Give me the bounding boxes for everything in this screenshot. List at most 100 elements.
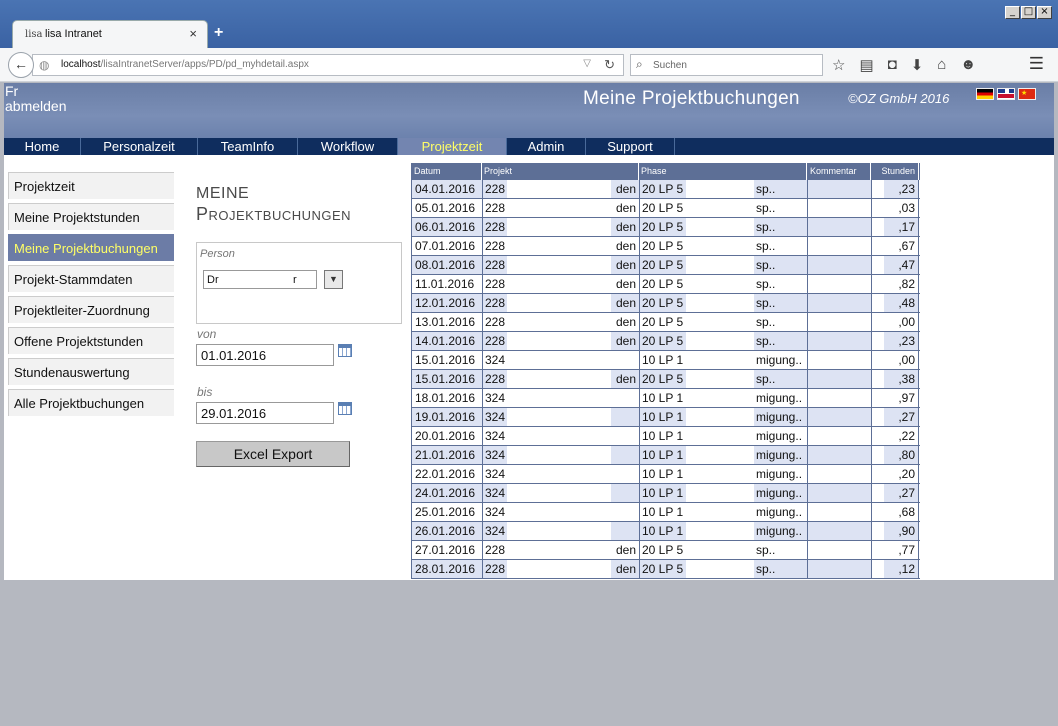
search-placeholder: Suchen bbox=[653, 60, 687, 71]
table-row[interactable]: 24.01.2016 324 10 LP 1 migung.. ,27 bbox=[411, 484, 920, 503]
table-row[interactable]: 05.01.2016 228 den 20 LP 5 sp.. ,03 bbox=[411, 199, 920, 218]
cell-phase-end: migung.. bbox=[756, 524, 803, 538]
home-icon[interactable]: ⌂ bbox=[937, 56, 946, 74]
cell-stunden: ,00 bbox=[871, 313, 919, 331]
logout-link[interactable]: abmelden bbox=[5, 99, 67, 114]
url-bar[interactable]: ◍ localhost/lisaIntranetServer/apps/PD/p… bbox=[32, 54, 624, 76]
menu-teaminfo[interactable]: TeamInfo bbox=[198, 138, 298, 155]
cell-projekt-number: 228 bbox=[485, 562, 506, 576]
column-header-projekt[interactable]: Projekt bbox=[482, 163, 639, 180]
browser-tab[interactable]: lisa lisa Intranet × bbox=[12, 20, 208, 48]
table-row[interactable]: 19.01.2016 324 10 LP 1 migung.. ,27 bbox=[411, 408, 920, 427]
cell-stunden: ,68 bbox=[871, 503, 919, 521]
sidebar-item-alle-projektbuchungen[interactable]: Alle Projektbuchungen bbox=[8, 389, 174, 416]
sidebar-item-projektleiter-zuordnung[interactable]: Projektleiter-Zuordnung bbox=[8, 296, 174, 323]
table-row[interactable]: 15.01.2016 228 den 20 LP 5 sp.. ,38 bbox=[411, 370, 920, 389]
cell-projekt: 324 bbox=[482, 465, 639, 483]
sidebar-item-offene-projektstunden[interactable]: Offene Projektstunden bbox=[8, 327, 174, 354]
sidebar-item-meine-projektbuchungen[interactable]: Meine Projektbuchungen bbox=[8, 234, 174, 261]
table-row[interactable]: 22.01.2016 324 10 LP 1 migung.. ,20 bbox=[411, 465, 920, 484]
cell-phase-code: 10 LP 1 bbox=[642, 391, 684, 405]
bis-date-input[interactable]: 29.01.2016 bbox=[196, 402, 334, 424]
table-row[interactable]: 06.01.2016 228 den 20 LP 5 sp.. ,17 bbox=[411, 218, 920, 237]
bookmark-star-icon[interactable]: ☆ bbox=[832, 56, 845, 74]
cell-phase-end: sp.. bbox=[756, 562, 776, 576]
close-window-button[interactable]: × bbox=[1037, 6, 1052, 19]
sidebar-item-projekt-stammdaten[interactable]: Projekt-Stammdaten bbox=[8, 265, 174, 292]
cell-projekt-number: 228 bbox=[485, 543, 506, 557]
menu-admin[interactable]: Admin bbox=[507, 138, 586, 155]
menu-projektzeit[interactable]: Projektzeit bbox=[398, 138, 507, 155]
table-row[interactable]: 12.01.2016 228 den 20 LP 5 sp.. ,48 bbox=[411, 294, 920, 313]
table-row[interactable]: 18.01.2016 324 10 LP 1 migung.. ,97 bbox=[411, 389, 920, 408]
hamburger-menu-icon[interactable]: ☰ bbox=[1029, 54, 1044, 74]
download-icon[interactable]: ⬇ bbox=[911, 56, 924, 74]
search-input[interactable]: ⌕ Suchen bbox=[630, 54, 823, 76]
reading-list-icon[interactable]: ▤ bbox=[859, 56, 873, 74]
minimize-button[interactable]: _ bbox=[1005, 6, 1020, 19]
toolbar-icons: ☆ ▤ ◘ ⬇ ⌂ ☻ bbox=[832, 56, 976, 74]
calendar-icon[interactable] bbox=[338, 344, 352, 357]
person-value: Dr bbox=[207, 274, 219, 286]
cell-stunden: ,97 bbox=[871, 389, 919, 407]
table-row[interactable]: 26.01.2016 324 10 LP 1 migung.. ,90 bbox=[411, 522, 920, 541]
maximize-button[interactable]: □ bbox=[1021, 6, 1036, 19]
cell-phase-end: sp.. bbox=[756, 220, 776, 234]
menu-home[interactable]: Home bbox=[4, 138, 81, 155]
title-bar: _ □ × lisa lisa Intranet × + bbox=[0, 0, 1058, 48]
cell-stunden-value: ,90 bbox=[898, 524, 915, 538]
table-row[interactable]: 04.01.2016 228 den 20 LP 5 sp.. ,23 bbox=[411, 180, 920, 199]
table-row[interactable]: 07.01.2016 228 den 20 LP 5 sp.. ,67 bbox=[411, 237, 920, 256]
main-menu: Home Personalzeit TeamInfo Workflow Proj… bbox=[4, 138, 1054, 155]
cell-phase: 20 LP 5 sp.. bbox=[639, 313, 807, 331]
von-date-input[interactable]: 01.01.2016 bbox=[196, 344, 334, 366]
column-header-datum[interactable]: Datum bbox=[411, 163, 482, 180]
table-row[interactable]: 11.01.2016 228 den 20 LP 5 sp.. ,82 bbox=[411, 275, 920, 294]
reload-icon[interactable]: ↻ bbox=[604, 57, 615, 73]
table-row[interactable]: 15.01.2016 324 10 LP 1 migung.. ,00 bbox=[411, 351, 920, 370]
cell-datum: 14.01.2016 bbox=[411, 332, 482, 350]
table-row[interactable]: 13.01.2016 228 den 20 LP 5 sp.. ,00 bbox=[411, 313, 920, 332]
back-button[interactable]: ← bbox=[8, 52, 34, 78]
menu-personalzeit[interactable]: Personalzeit bbox=[81, 138, 198, 155]
cell-datum: 06.01.2016 bbox=[411, 218, 482, 236]
menu-workflow[interactable]: Workflow bbox=[298, 138, 398, 155]
chat-icon[interactable]: ☻ bbox=[960, 56, 976, 74]
form-title-line2: Projektbuchungen bbox=[196, 204, 352, 224]
table-row[interactable]: 25.01.2016 324 10 LP 1 migung.. ,68 bbox=[411, 503, 920, 522]
table-row[interactable]: 28.01.2016 228 den 20 LP 5 sp.. ,12 bbox=[411, 560, 920, 579]
dropdown-arrow-icon[interactable]: ▼ bbox=[324, 270, 343, 289]
table-row[interactable]: 20.01.2016 324 10 LP 1 migung.. ,22 bbox=[411, 427, 920, 446]
cell-phase: 20 LP 5 sp.. bbox=[639, 370, 807, 388]
table-row[interactable]: 21.01.2016 324 10 LP 1 migung.. ,80 bbox=[411, 446, 920, 465]
url-dropdown-icon[interactable]: ▽ bbox=[583, 58, 591, 69]
person-select[interactable]: Dr r bbox=[203, 270, 317, 289]
cell-kommentar bbox=[807, 560, 871, 578]
german-flag-icon[interactable] bbox=[976, 88, 994, 100]
sidebar-item-meine-projektstunden[interactable]: Meine Projektstunden bbox=[8, 203, 174, 230]
table-row[interactable]: 27.01.2016 228 den 20 LP 5 sp.. ,77 bbox=[411, 541, 920, 560]
menu-support[interactable]: Support bbox=[586, 138, 675, 155]
cell-projekt-number: 324 bbox=[485, 353, 506, 367]
excel-export-button[interactable]: Excel Export bbox=[196, 441, 350, 467]
new-tab-button[interactable]: + bbox=[214, 24, 223, 42]
uk-flag-icon[interactable] bbox=[997, 88, 1015, 100]
bis-label: bis bbox=[197, 385, 213, 399]
column-header-stunden[interactable]: Stunden bbox=[871, 163, 919, 180]
table-row[interactable]: 14.01.2016 228 den 20 LP 5 sp.. ,23 bbox=[411, 332, 920, 351]
sidebar-item-stundenauswertung[interactable]: Stundenauswertung bbox=[8, 358, 174, 385]
cell-stunden-value: ,68 bbox=[898, 505, 915, 519]
column-header-phase[interactable]: Phase bbox=[639, 163, 807, 180]
cell-datum: 04.01.2016 bbox=[411, 180, 482, 198]
table-row[interactable]: 08.01.2016 228 den 20 LP 5 sp.. ,47 bbox=[411, 256, 920, 275]
calendar-icon[interactable] bbox=[338, 402, 352, 415]
sidebar-item-projektzeit[interactable]: Projektzeit bbox=[8, 172, 174, 199]
pocket-icon[interactable]: ◘ bbox=[888, 56, 897, 74]
column-header-kommentar[interactable]: Kommentar bbox=[807, 163, 871, 180]
cell-projekt: 228 den bbox=[482, 180, 639, 198]
tab-close-icon[interactable]: × bbox=[189, 26, 197, 41]
cell-kommentar bbox=[807, 427, 871, 445]
cell-phase: 10 LP 1 migung.. bbox=[639, 465, 807, 483]
cell-datum: 15.01.2016 bbox=[411, 351, 482, 369]
china-flag-icon[interactable]: ★ bbox=[1018, 88, 1036, 100]
